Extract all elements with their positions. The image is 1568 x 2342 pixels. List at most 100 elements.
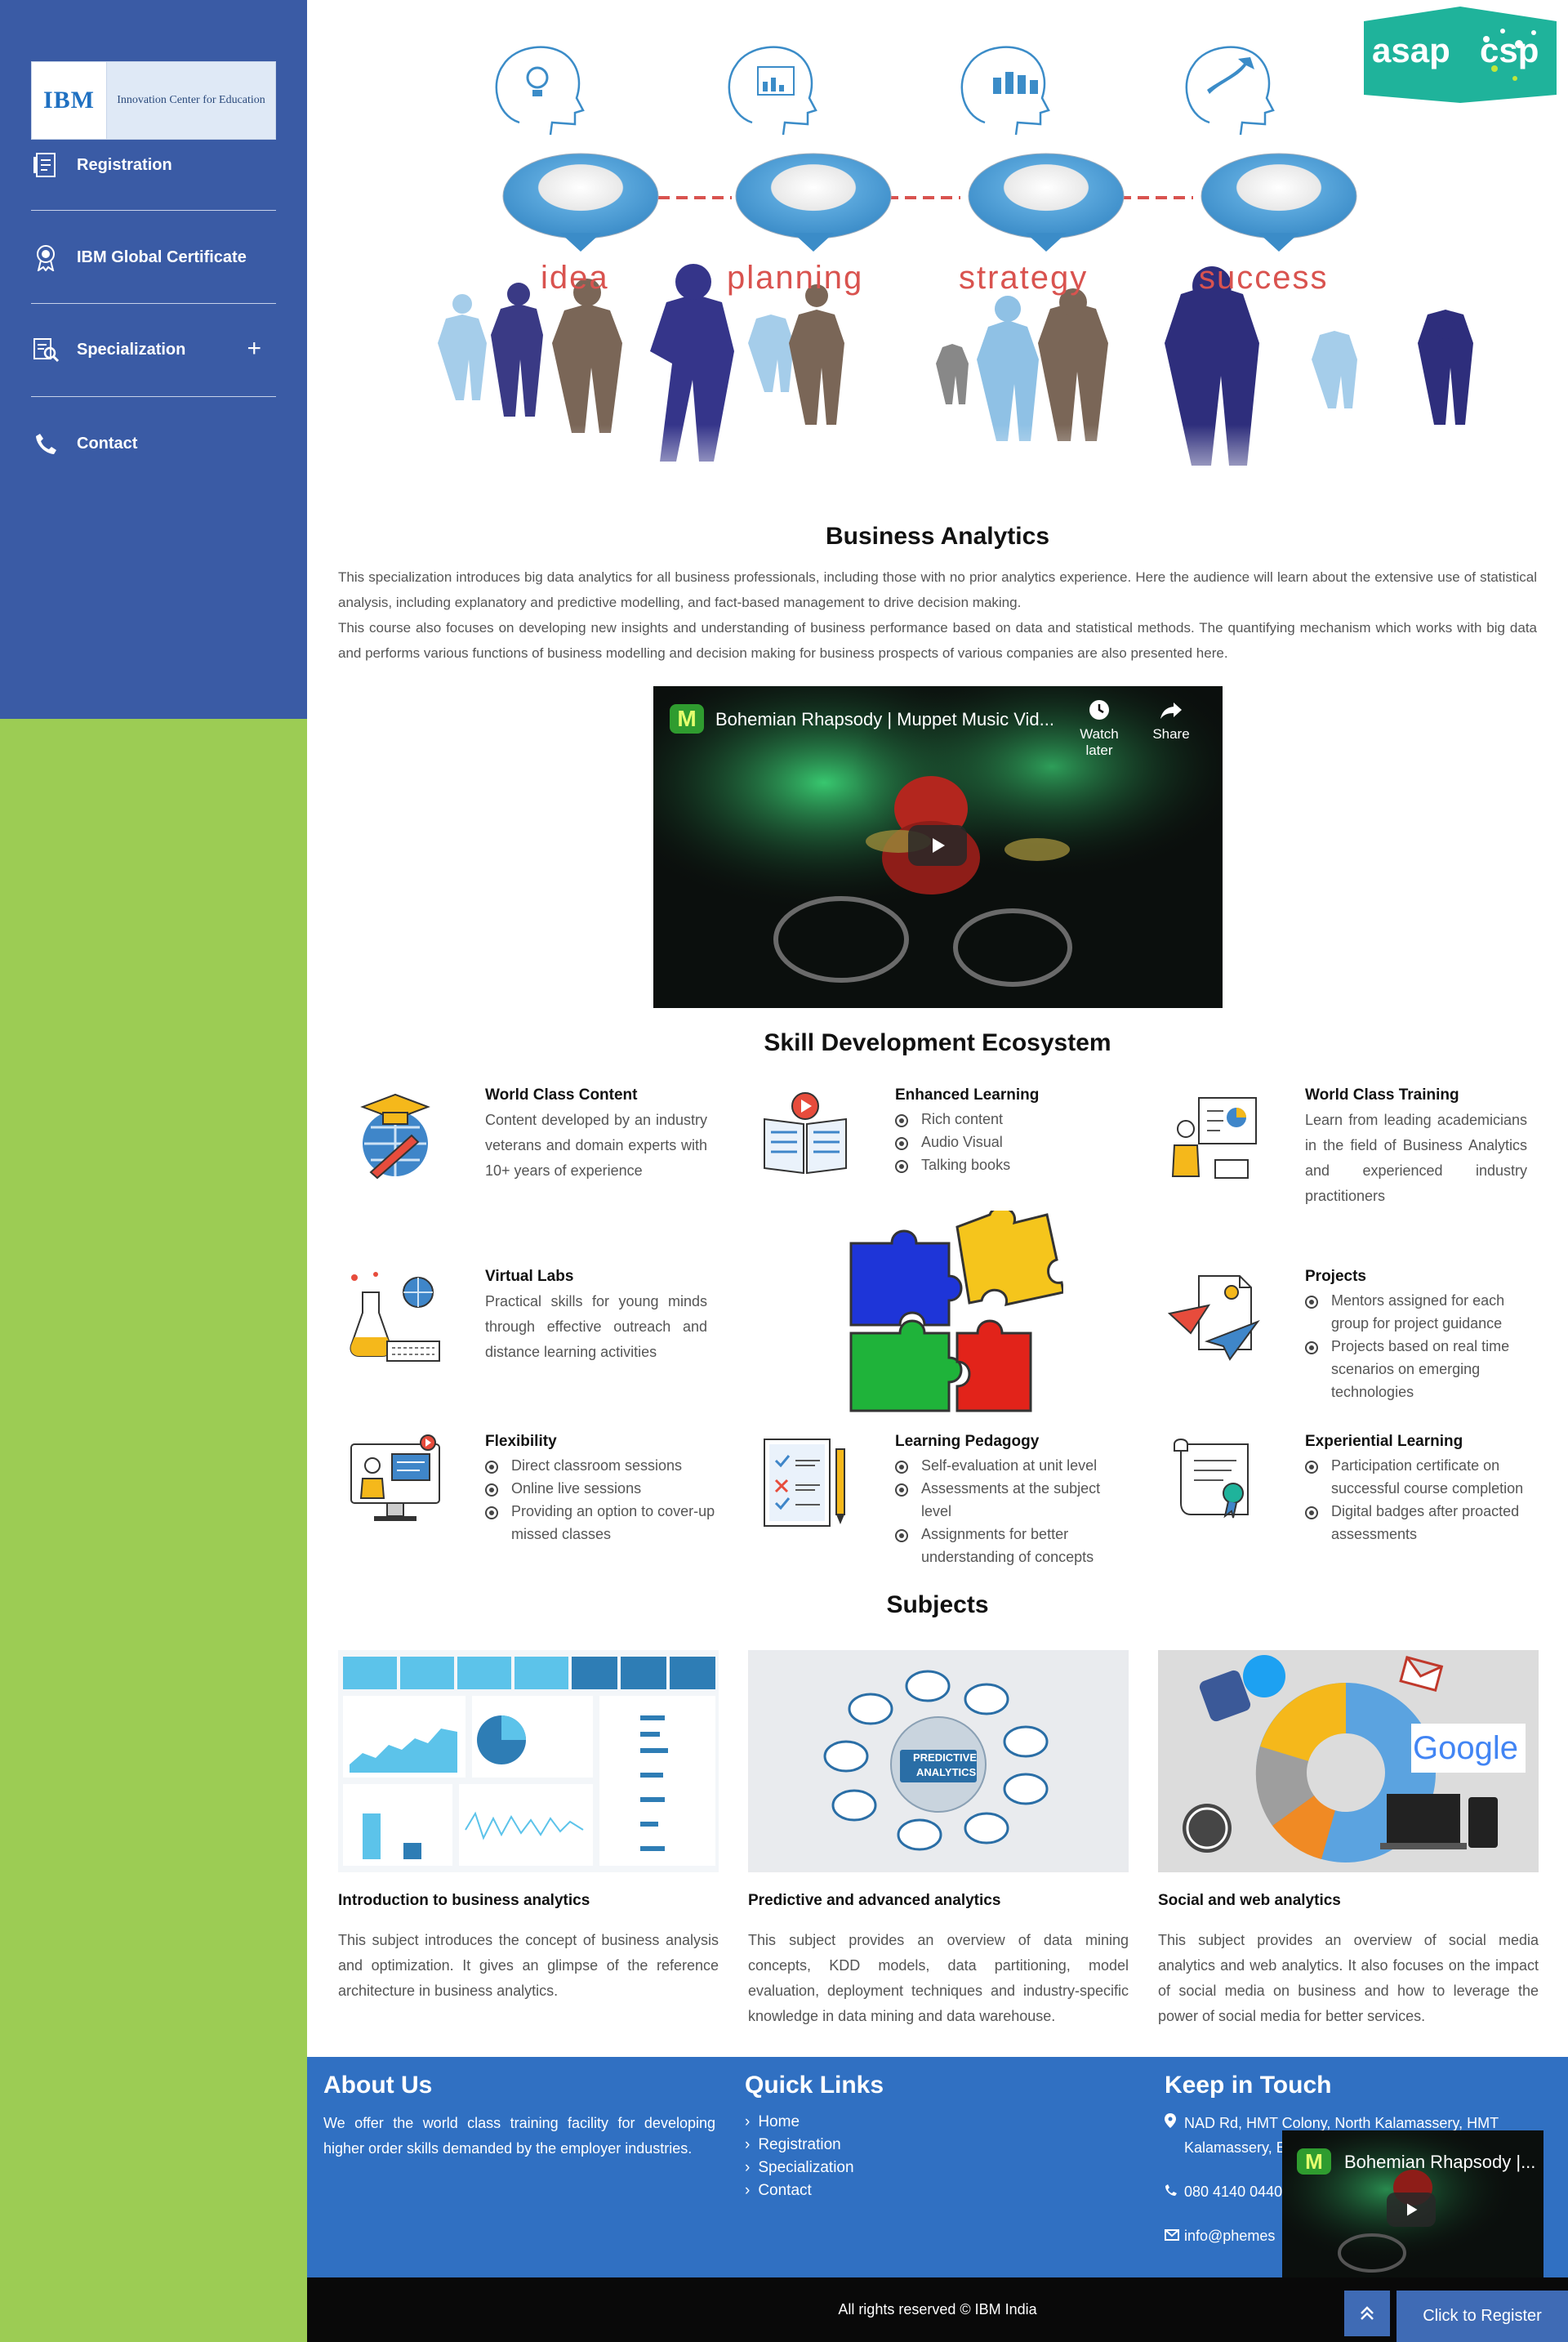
ibm-ice-logo[interactable]: IBM Innovation Center for Education	[31, 61, 276, 140]
list-item: Audio Visual	[895, 1131, 1132, 1153]
list-item: Assignments for better understanding of …	[895, 1523, 1132, 1568]
predictive-label-line2: ANALYTICS	[916, 1766, 977, 1778]
checklist-clipboard-icon	[764, 1439, 845, 1527]
scroll-to-top-button[interactable]	[1344, 2291, 1390, 2336]
youtube-video-embed[interactable]: M Bohemian Rhapsody | Muppet Music Vid..…	[653, 686, 1223, 1008]
ice-logo-text: Innovation Center for Education	[117, 94, 265, 106]
subject-title: Predictive and advanced analytics	[748, 1892, 1001, 1909]
share-label: Share	[1152, 726, 1190, 742]
puzzle-pieces-image	[849, 1211, 1063, 1412]
footer-phone-text[interactable]: 080 4140 0440	[1184, 2179, 1282, 2204]
skill-ecosystem-title: Skill Development Ecosystem	[764, 1029, 1111, 1056]
play-icon	[1407, 2203, 1418, 2216]
business-analytics-title: Business Analytics	[826, 523, 1049, 550]
sidebar-item-label: Registration	[77, 155, 172, 174]
sidebar-item-specialization[interactable]: Specialization +	[31, 325, 276, 374]
footer-link-contact[interactable]: Contact	[745, 2179, 1071, 2202]
footer-about-text: We offer the world class training facili…	[323, 2115, 715, 2157]
asap-csp-badge[interactable]: asap csp	[1364, 7, 1557, 103]
footer-links-title: Quick Links	[745, 2072, 884, 2099]
main-content: idea planning strategy success asap csp …	[307, 0, 1568, 2342]
floating-video-player[interactable]: M Bohemian Rhapsody |...	[1282, 2130, 1544, 2277]
muppets-channel-logo[interactable]: M	[1297, 2148, 1331, 2175]
skill-title: Virtual Labs	[485, 1268, 574, 1285]
skill-projects: Projects Mentors assigned for each group…	[1166, 1268, 1542, 1400]
list-item: Direct classroom sessions	[485, 1454, 722, 1477]
footer-email-text[interactable]: info@phemes	[1184, 2224, 1275, 2248]
sidebar: IBM Innovation Center for Education Regi…	[0, 0, 307, 719]
skill-virtual-labs: Virtual Labs Practical skills for young …	[346, 1268, 722, 1366]
muppets-channel-logo[interactable]: M	[670, 704, 704, 734]
skill-world-class-training: World Class Training Learn from leading …	[1166, 1086, 1542, 1233]
footer-link-registration[interactable]: Registration	[745, 2134, 1071, 2157]
click-to-register-button[interactable]: Click to Register	[1396, 2291, 1568, 2342]
sidebar-item-registration[interactable]: Registration	[31, 141, 276, 190]
list-item: Participation certificate on successful …	[1305, 1454, 1542, 1500]
list-item: Providing an option to cover-up missed c…	[485, 1500, 722, 1546]
skill-title: Enhanced Learning	[895, 1086, 1040, 1104]
copyright-text: All rights reserved © IBM India	[838, 2301, 1037, 2317]
video-title[interactable]: Bohemian Rhapsody | Muppet Music Vid...	[715, 709, 1054, 730]
predictive-label-line1: PREDICTIVE	[913, 1751, 978, 1764]
list-item: Assessments at the subject level	[895, 1477, 1132, 1523]
skill-title: Learning Pedagogy	[895, 1433, 1040, 1450]
intro-paragraph-2: This course also focuses on developing n…	[338, 620, 1537, 661]
subject-intro-business-analytics: Introduction to business analytics This …	[338, 1650, 719, 2026]
clock-icon	[1089, 700, 1109, 720]
sidebar-item-contact[interactable]: Contact	[31, 419, 276, 468]
list-item: Rich content	[895, 1108, 1132, 1131]
step-label-strategy: strategy	[959, 260, 1089, 296]
expand-plus-icon[interactable]: +	[247, 335, 261, 363]
footer-about-title: About Us	[323, 2072, 433, 2099]
subject-title: Introduction to business analytics	[338, 1892, 590, 1909]
skill-experiential-learning: Experiential Learning Participation cert…	[1166, 1433, 1542, 1555]
envelope-icon	[1165, 2224, 1184, 2248]
subject-body: This subject introduces the concept of b…	[338, 1932, 719, 1999]
paper-plane-icon	[1167, 1275, 1260, 1361]
ibm-logo-text: IBM	[32, 62, 107, 139]
mini-play-button[interactable]	[1387, 2193, 1436, 2227]
share-icon	[1160, 703, 1182, 719]
award-icon	[31, 243, 60, 272]
presentation-trainer-icon	[1171, 1097, 1257, 1179]
left-column: IBM Innovation Center for Education Regi…	[0, 0, 307, 2342]
sidebar-item-label: Specialization	[77, 340, 186, 359]
sidebar-item-label: Contact	[77, 434, 138, 453]
google-logo-text: Google	[1413, 1730, 1518, 1766]
map-marker-icon	[1165, 2111, 1184, 2135]
footer-link-home[interactable]: Home	[745, 2111, 1071, 2134]
sidebar-item-certificate[interactable]: IBM Global Certificate	[31, 233, 276, 282]
skill-body: Content developed by an industry veteran…	[485, 1112, 707, 1179]
subject-predictive-analytics: PREDICTIVE ANALYTICS Predictive and adva…	[748, 1650, 1129, 2026]
watch-later-button[interactable]: Watch later	[1068, 698, 1130, 759]
list-item: Digital badges after proacted assessment…	[1305, 1500, 1542, 1546]
play-button[interactable]	[908, 825, 967, 866]
footer-links-list: Home Registration Specialization Contact	[745, 2111, 1071, 2202]
skill-title: World Class Content	[485, 1086, 638, 1104]
globe-graduation-icon	[360, 1093, 430, 1180]
asap-text: asap	[1372, 31, 1450, 69]
step-label-planning: planning	[727, 260, 864, 296]
list-item: Self-evaluation at unit level	[895, 1454, 1132, 1477]
footer-link-specialization[interactable]: Specialization	[745, 2157, 1071, 2179]
share-button[interactable]: Share	[1147, 698, 1196, 743]
book-video-icon	[764, 1092, 847, 1175]
list-item: Talking books	[895, 1153, 1132, 1176]
list-item: Mentors assigned for each group for proj…	[1305, 1289, 1542, 1335]
skill-list: Mentors assigned for each group for proj…	[1305, 1289, 1542, 1403]
social-media-image: Google	[1158, 1650, 1539, 1872]
step-label-success: success	[1199, 260, 1329, 296]
phone-icon	[1165, 2179, 1184, 2204]
subject-body: This subject provides an overview of dat…	[748, 1932, 1129, 2024]
step-label-idea: idea	[541, 260, 609, 296]
phone-icon	[31, 429, 60, 458]
skill-title: Experiential Learning	[1305, 1433, 1463, 1450]
online-class-monitor-icon	[350, 1434, 440, 1521]
mini-video-title[interactable]: Bohemian Rhapsody |...	[1344, 2152, 1535, 2173]
subject-social-web-analytics: Google Social and web analytics This sub…	[1158, 1650, 1539, 2026]
dashboard-image	[338, 1650, 719, 1872]
skill-body: Learn from leading academicians in the f…	[1305, 1112, 1527, 1204]
skill-list: Participation certificate on successful …	[1305, 1454, 1542, 1546]
skill-enhanced-learning: Enhanced Learning Rich content Audio Vis…	[756, 1086, 1132, 1209]
sidebar-divider	[31, 210, 276, 211]
